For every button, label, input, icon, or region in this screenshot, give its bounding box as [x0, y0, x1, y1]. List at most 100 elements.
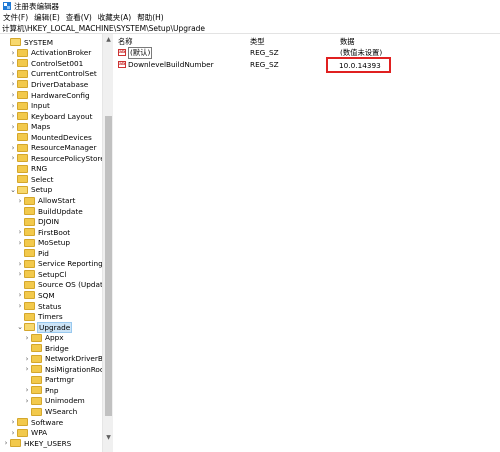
- folder-icon: [17, 164, 28, 173]
- tree-item[interactable]: › SQM: [16, 290, 55, 301]
- tree-item[interactable]: Pid: [16, 248, 49, 259]
- tree-item[interactable]: ›NetworkDriverBackup: [23, 354, 112, 365]
- tree-item[interactable]: › Keyboard Layout: [9, 111, 93, 122]
- chevron-right-icon[interactable]: ›: [16, 239, 24, 247]
- tree-scrollbar[interactable]: ▲ ▼: [102, 34, 113, 452]
- tree-item[interactable]: ⌄ Setup: [9, 185, 52, 196]
- tree-item-label: Appx: [45, 333, 64, 343]
- chevron-right-icon[interactable]: ›: [2, 439, 10, 447]
- tree-item[interactable]: › Maps: [9, 121, 51, 132]
- chevron-right-icon[interactable]: ›: [23, 365, 31, 373]
- folder-icon: [24, 312, 35, 321]
- tree-item[interactable]: › Appx: [23, 332, 64, 343]
- folder-icon: [17, 112, 28, 121]
- folder-icon: [17, 48, 28, 57]
- chevron-right-icon[interactable]: ›: [9, 59, 17, 67]
- column-header-name[interactable]: 名称: [118, 37, 133, 47]
- tree-item[interactable]: › Service Reporting API: [16, 259, 112, 270]
- menu-edit[interactable]: 编辑(E): [31, 12, 63, 23]
- chevron-right-icon[interactable]: ›: [23, 334, 31, 342]
- tree-item[interactable]: Bridge: [23, 343, 69, 354]
- chevron-right-icon[interactable]: ›: [23, 397, 31, 405]
- tree-item[interactable]: › HKEY_USERS: [2, 438, 72, 449]
- menu-view[interactable]: 查看(V): [63, 12, 95, 23]
- value-row[interactable]: ab DownlevelBuildNumber REG_SZ: [114, 59, 500, 70]
- chevron-right-icon[interactable]: ›: [16, 302, 24, 310]
- no-expander: [16, 249, 24, 257]
- tree-item[interactable]: › Unimodem: [23, 396, 85, 407]
- tree-item[interactable]: Timers: [16, 311, 63, 322]
- tree-item[interactable]: SYSTEM: [2, 37, 53, 48]
- chevron-right-icon[interactable]: ›: [9, 102, 17, 110]
- tree-item[interactable]: › MoSetup: [16, 237, 70, 248]
- tree-item[interactable]: › ActivationBroker: [9, 48, 92, 59]
- menu-file[interactable]: 文件(F): [0, 12, 31, 23]
- scroll-thumb[interactable]: [105, 116, 112, 416]
- column-header-type[interactable]: 类型: [250, 37, 265, 47]
- chevron-right-icon[interactable]: ›: [16, 291, 24, 299]
- tree-item[interactable]: › ResourceManager: [9, 143, 97, 154]
- chevron-right-icon[interactable]: ›: [9, 49, 17, 57]
- scroll-up-icon[interactable]: ▲: [103, 34, 114, 44]
- tree-item[interactable]: › ResourcePolicyStore: [9, 153, 105, 164]
- tree-item[interactable]: › CurrentControlSet: [9, 69, 97, 80]
- chevron-down-icon[interactable]: ⌄: [9, 186, 17, 194]
- folder-icon: [24, 228, 35, 237]
- folder-icon: [31, 354, 42, 363]
- tree-item[interactable]: Select: [9, 174, 54, 185]
- folder-icon: [31, 396, 42, 405]
- tree-item[interactable]: › SetupCl: [16, 269, 67, 280]
- chevron-right-icon[interactable]: ›: [16, 270, 24, 278]
- tree-item[interactable]: WSearch: [23, 406, 77, 417]
- chevron-down-icon[interactable]: ⌄: [16, 323, 24, 331]
- tree-item[interactable]: › Pnp: [23, 385, 59, 396]
- chevron-right-icon[interactable]: ›: [16, 197, 24, 205]
- tree-item[interactable]: › HardwareConfig: [9, 90, 90, 101]
- value-row[interactable]: ab (默认) REG_SZ (数值未设置): [114, 46, 500, 59]
- tree-item[interactable]: › FirstBoot: [16, 227, 71, 238]
- tree-item[interactable]: BuildUpdate: [16, 206, 83, 217]
- folder-icon: [31, 344, 42, 353]
- tree-item[interactable]: ⌄ Upgrade: [16, 321, 73, 333]
- address-bar[interactable]: 计算机\HKEY_LOCAL_MACHINE\SYSTEM\Setup\Upgr…: [0, 23, 500, 34]
- tree-item[interactable]: Partmgr: [23, 375, 74, 386]
- scroll-down-icon[interactable]: ▼: [103, 432, 114, 442]
- tree-item[interactable]: › ControlSet001: [9, 58, 84, 69]
- tree-item-label: DJOIN: [38, 217, 60, 227]
- chevron-right-icon[interactable]: ›: [9, 91, 17, 99]
- tree-item[interactable]: › WPA: [9, 427, 48, 438]
- chevron-right-icon[interactable]: ›: [23, 355, 31, 363]
- no-expander: [9, 133, 17, 141]
- string-value-icon: ab: [118, 49, 126, 56]
- tree-item[interactable]: Source OS (Updated on: [16, 280, 112, 291]
- tree-item[interactable]: RNG: [9, 164, 47, 175]
- chevron-right-icon[interactable]: ›: [9, 80, 17, 88]
- chevron-right-icon[interactable]: ›: [9, 70, 17, 78]
- folder-icon: [17, 133, 28, 142]
- menu-help[interactable]: 帮助(H): [134, 12, 167, 23]
- chevron-right-icon[interactable]: ›: [16, 228, 24, 236]
- chevron-right-icon[interactable]: ›: [9, 112, 17, 120]
- chevron-right-icon[interactable]: ›: [9, 144, 17, 152]
- chevron-right-icon[interactable]: ›: [9, 123, 17, 131]
- tree-item[interactable]: › Status: [16, 301, 62, 312]
- tree-item[interactable]: › Software: [9, 417, 64, 428]
- chevron-right-icon[interactable]: ›: [16, 260, 24, 268]
- chevron-right-icon[interactable]: ›: [9, 154, 17, 162]
- tree-item[interactable]: › DriverDatabase: [9, 79, 89, 90]
- value-data: 10.0.14393: [339, 60, 381, 70]
- tree-item[interactable]: › AllowStart: [16, 195, 76, 206]
- folder-icon: [17, 428, 28, 437]
- chevron-right-icon[interactable]: ›: [9, 429, 17, 437]
- column-header-data[interactable]: 数据: [340, 37, 355, 47]
- tree-item[interactable]: MountedDevices: [9, 132, 92, 143]
- tree-item[interactable]: DJOIN: [16, 216, 59, 227]
- tree-item[interactable]: › Input: [9, 100, 50, 111]
- chevron-right-icon[interactable]: ›: [9, 418, 17, 426]
- tree-item-label: WPA: [31, 428, 48, 438]
- tree-item[interactable]: › NsiMigrationRoot: [23, 364, 108, 375]
- chevron-right-icon[interactable]: ›: [23, 386, 31, 394]
- folder-icon: [10, 439, 21, 448]
- menu-favorites[interactable]: 收藏夹(A): [95, 12, 134, 23]
- tree-item-label: Bridge: [45, 343, 69, 353]
